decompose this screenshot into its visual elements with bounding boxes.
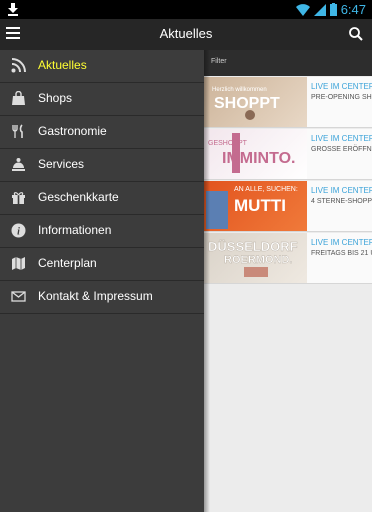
service-bell-icon: [12, 158, 25, 171]
search-icon[interactable]: [348, 26, 364, 42]
drawer-item-services[interactable]: Services: [0, 149, 204, 182]
news-card[interactable]: DÜSSELDORF ROERMOND. LIVE IM CENTER FREI…: [204, 233, 372, 284]
navigation-drawer: Aktuelles Shops Gastronomie Services Ges…: [0, 50, 204, 512]
drawer-shadow: [204, 50, 210, 512]
news-card-image: Herzlich willkommen SHOPPT: [204, 77, 307, 127]
drawer-item-geschenkkarte[interactable]: Geschenkkarte: [0, 182, 204, 215]
drawer-item-aktuelles[interactable]: Aktuelles: [0, 50, 204, 83]
card-kicker: LIVE IM CENTER: [311, 238, 372, 247]
drawer-item-label: Geschenkkarte: [38, 190, 119, 204]
drawer-item-label: Centerplan: [38, 256, 97, 270]
news-card-image: GESHOPPT IMMINTO.: [204, 129, 307, 179]
drawer-item-label: Shops: [38, 91, 73, 105]
card-subtitle: FREITAGS BIS 21 UHR: [311, 250, 372, 257]
drawer-item-centerplan[interactable]: Centerplan: [0, 248, 204, 281]
drawer-item-label: Kontakt & Impressum: [38, 289, 153, 303]
shopping-bag-icon: [12, 91, 25, 105]
drawer-item-shops[interactable]: Shops: [0, 83, 204, 116]
filter-bar[interactable]: Filter: [204, 50, 372, 76]
app-bar: Aktuelles: [0, 19, 372, 50]
drawer-item-kontakt-impressum[interactable]: Kontakt & Impressum: [0, 281, 204, 314]
card-caption: Herzlich willkommen: [212, 87, 267, 93]
news-card[interactable]: Herzlich willkommen SHOPPT LIVE IM CENTE…: [204, 77, 372, 128]
card-caption: AN ALLE, SUCHEN:: [234, 186, 298, 193]
card-caption: GESHOPPT: [208, 140, 248, 147]
card-subtitle: PRE-OPENING SHOPPING: [311, 94, 372, 101]
svg-text:i: i: [17, 227, 20, 238]
status-bar: 6:47: [0, 0, 372, 19]
news-list: Filter Herzlich willkommen SHOPPT LIVE I…: [204, 50, 372, 512]
drawer-item-label: Services: [38, 157, 85, 171]
filter-label: Filter: [211, 58, 227, 65]
cutlery-icon: [12, 124, 23, 138]
drawer-item-informationen[interactable]: i Informationen: [0, 215, 204, 248]
info-icon: i: [11, 223, 26, 238]
news-card-image: DÜSSELDORF ROERMOND.: [204, 233, 307, 283]
card-headline: DÜSSELDORF: [208, 239, 298, 254]
download-icon: [8, 3, 18, 16]
rss-icon: [11, 58, 26, 73]
battery-icon: [329, 3, 337, 16]
card-kicker: LIVE IM CENTER: [311, 186, 372, 195]
drawer-item-label: Aktuelles: [38, 58, 87, 72]
wifi-icon: [295, 3, 310, 16]
card-headline: MUTTI: [234, 196, 286, 215]
gift-icon: [12, 192, 25, 204]
card-caption: ROERMOND.: [224, 254, 292, 266]
news-card-image: AN ALLE, SUCHEN: MUTTI: [204, 181, 307, 231]
card-headline: SHOPPT: [214, 95, 280, 112]
card-kicker: LIVE IM CENTER: [311, 82, 372, 91]
drawer-item-label: Gastronomie: [38, 124, 107, 138]
clock: 6:47: [340, 2, 366, 17]
page-title: Aktuelles: [159, 26, 213, 41]
news-card[interactable]: GESHOPPT IMMINTO. LIVE IM CENTER GROSSE …: [204, 129, 372, 180]
card-kicker: LIVE IM CENTER: [311, 134, 372, 143]
card-subtitle: GROSSE ERÖFFNUNG: [311, 146, 372, 153]
drawer-item-label: Informationen: [38, 223, 112, 237]
drawer-item-gastronomie[interactable]: Gastronomie: [0, 116, 204, 149]
map-icon: [12, 257, 25, 270]
news-card[interactable]: AN ALLE, SUCHEN: MUTTI LIVE IM CENTER 4 …: [204, 181, 372, 232]
signal-icon: [313, 3, 326, 16]
card-headline: IMMINTO.: [222, 150, 295, 167]
card-subtitle: 4 STERNE-SHOPPING: [311, 198, 372, 205]
mail-icon: [11, 291, 26, 302]
